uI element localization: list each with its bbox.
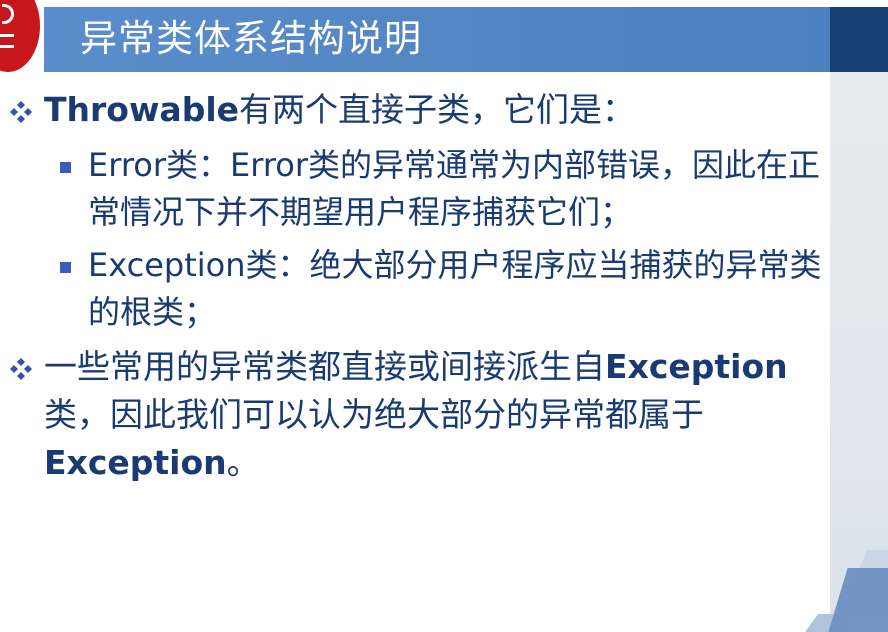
diamond-bullet-icon bbox=[10, 101, 32, 123]
title-accent-block bbox=[830, 7, 888, 72]
throwable-description: 有两个直接子类，它们是： bbox=[239, 90, 636, 129]
square-bullet-icon bbox=[60, 162, 71, 173]
slide-title: 异常类体系结构说明 bbox=[80, 17, 422, 60]
slide-content: Throwable有两个直接子类，它们是： Error类：Error类的异常通常… bbox=[0, 86, 840, 487]
error-description: Error类：Error类的异常通常为内部错误，因此在正常情况下并不期望用户程序… bbox=[88, 146, 821, 231]
decorative-shape-main bbox=[826, 568, 888, 632]
square-bullet-icon bbox=[60, 262, 71, 273]
exception-term-second: Exception bbox=[44, 443, 227, 482]
logo-stroke-top bbox=[2, 4, 14, 24]
logo-stroke-bottom bbox=[0, 34, 14, 48]
bullet-throwable: Throwable有两个直接子类，它们是： bbox=[0, 86, 840, 134]
common-exceptions-text-middle: 类，因此我们可以认为绝大部分的异常都属于 bbox=[44, 395, 704, 434]
exception-term-first: Exception bbox=[605, 347, 788, 386]
common-exceptions-text-before: 一些常用的异常类都直接或间接派生自 bbox=[44, 347, 605, 386]
sub-bullet-exception: Exception类：绝大部分用户程序应当捕获的异常类的根类； bbox=[0, 242, 840, 336]
title-bar: 异常类体系结构说明 bbox=[44, 7, 830, 72]
slide: 异常类体系结构说明 Throwable有两个直接子类，它们是： Error类：E… bbox=[0, 0, 888, 632]
university-seal-icon bbox=[0, 0, 40, 72]
common-exceptions-text-after: 。 bbox=[226, 443, 260, 482]
sub-bullet-error: Error类：Error类的异常通常为内部错误，因此在正常情况下并不期望用户程序… bbox=[0, 142, 840, 236]
bullet-common-exceptions: 一些常用的异常类都直接或间接派生自Exception类，因此我们可以认为绝大部分… bbox=[0, 343, 840, 487]
diamond-bullet-icon bbox=[10, 358, 32, 380]
exception-description: Exception类：绝大部分用户程序应当捕获的异常类的根类； bbox=[88, 246, 822, 331]
throwable-term: Throwable bbox=[44, 90, 240, 129]
